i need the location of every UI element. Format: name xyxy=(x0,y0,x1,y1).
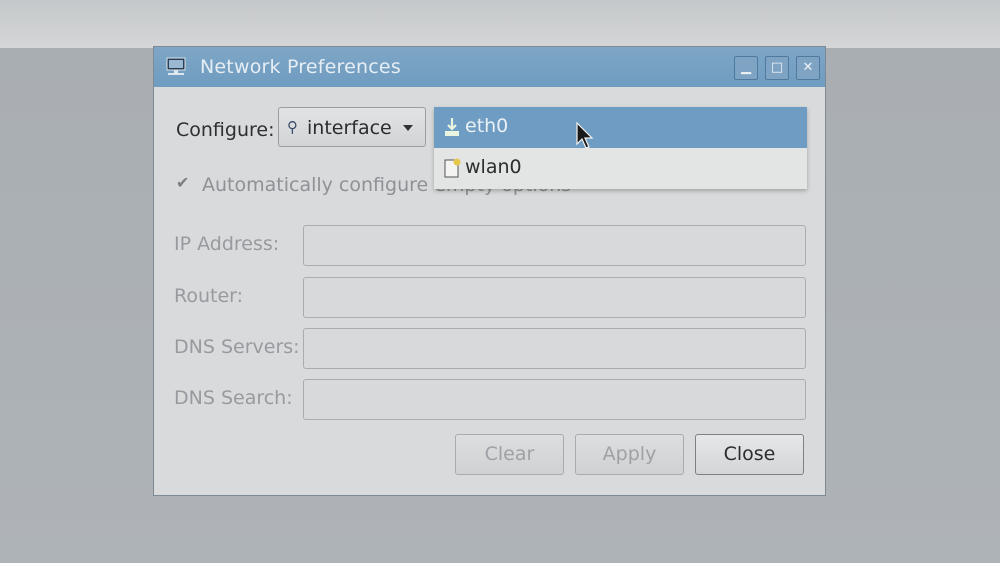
screen-top-bar xyxy=(0,0,1000,48)
maximize-icon: □ xyxy=(770,60,784,75)
router-input[interactable] xyxy=(304,278,805,317)
configure-label: Configure: xyxy=(176,119,275,141)
apply-button[interactable]: Apply xyxy=(575,434,684,475)
mouse-pointer-icon xyxy=(576,122,594,149)
dns-search-input[interactable] xyxy=(304,380,805,419)
router-field[interactable] xyxy=(303,277,806,318)
configure-type-combo[interactable]: ⚲ interface xyxy=(278,107,426,147)
window-titlebar[interactable]: Network Preferences ▁ □ ✕ xyxy=(154,47,825,87)
wireless-icon xyxy=(444,158,461,178)
ethernet-icon xyxy=(445,118,459,136)
close-window-button[interactable]: ✕ xyxy=(796,56,820,80)
dns-servers-input[interactable] xyxy=(304,329,805,368)
minimize-icon: ▁ xyxy=(741,60,751,75)
ip-address-field[interactable] xyxy=(303,225,806,266)
minimize-button[interactable]: ▁ xyxy=(734,56,758,80)
chevron-down-icon xyxy=(403,125,413,131)
dns-servers-field[interactable] xyxy=(303,328,806,369)
dropdown-item-wlan0[interactable]: wlan0 xyxy=(434,148,807,189)
close-button[interactable]: Close xyxy=(695,434,804,475)
ip-address-label: IP Address: xyxy=(174,233,280,255)
window-title: Network Preferences xyxy=(200,56,401,78)
ip-address-input[interactable] xyxy=(304,226,805,265)
clear-button[interactable]: Clear xyxy=(455,434,564,475)
network-interface-icon: ⚲ xyxy=(287,118,298,136)
router-label: Router: xyxy=(174,285,244,307)
checkmark-icon: ✔ xyxy=(176,173,190,192)
configure-type-value: interface xyxy=(307,117,392,139)
interface-dropdown-menu: eth0 wlan0 xyxy=(434,107,807,189)
maximize-button[interactable]: □ xyxy=(765,56,789,80)
dns-search-field[interactable] xyxy=(303,379,806,420)
dropdown-item-label: eth0 xyxy=(465,115,509,137)
dns-servers-label: DNS Servers: xyxy=(174,336,300,358)
network-preferences-icon xyxy=(166,57,186,75)
dns-search-label: DNS Search: xyxy=(174,387,293,409)
dropdown-item-eth0[interactable]: eth0 xyxy=(434,107,807,148)
close-icon: ✕ xyxy=(802,60,814,75)
dropdown-item-label: wlan0 xyxy=(465,156,522,178)
